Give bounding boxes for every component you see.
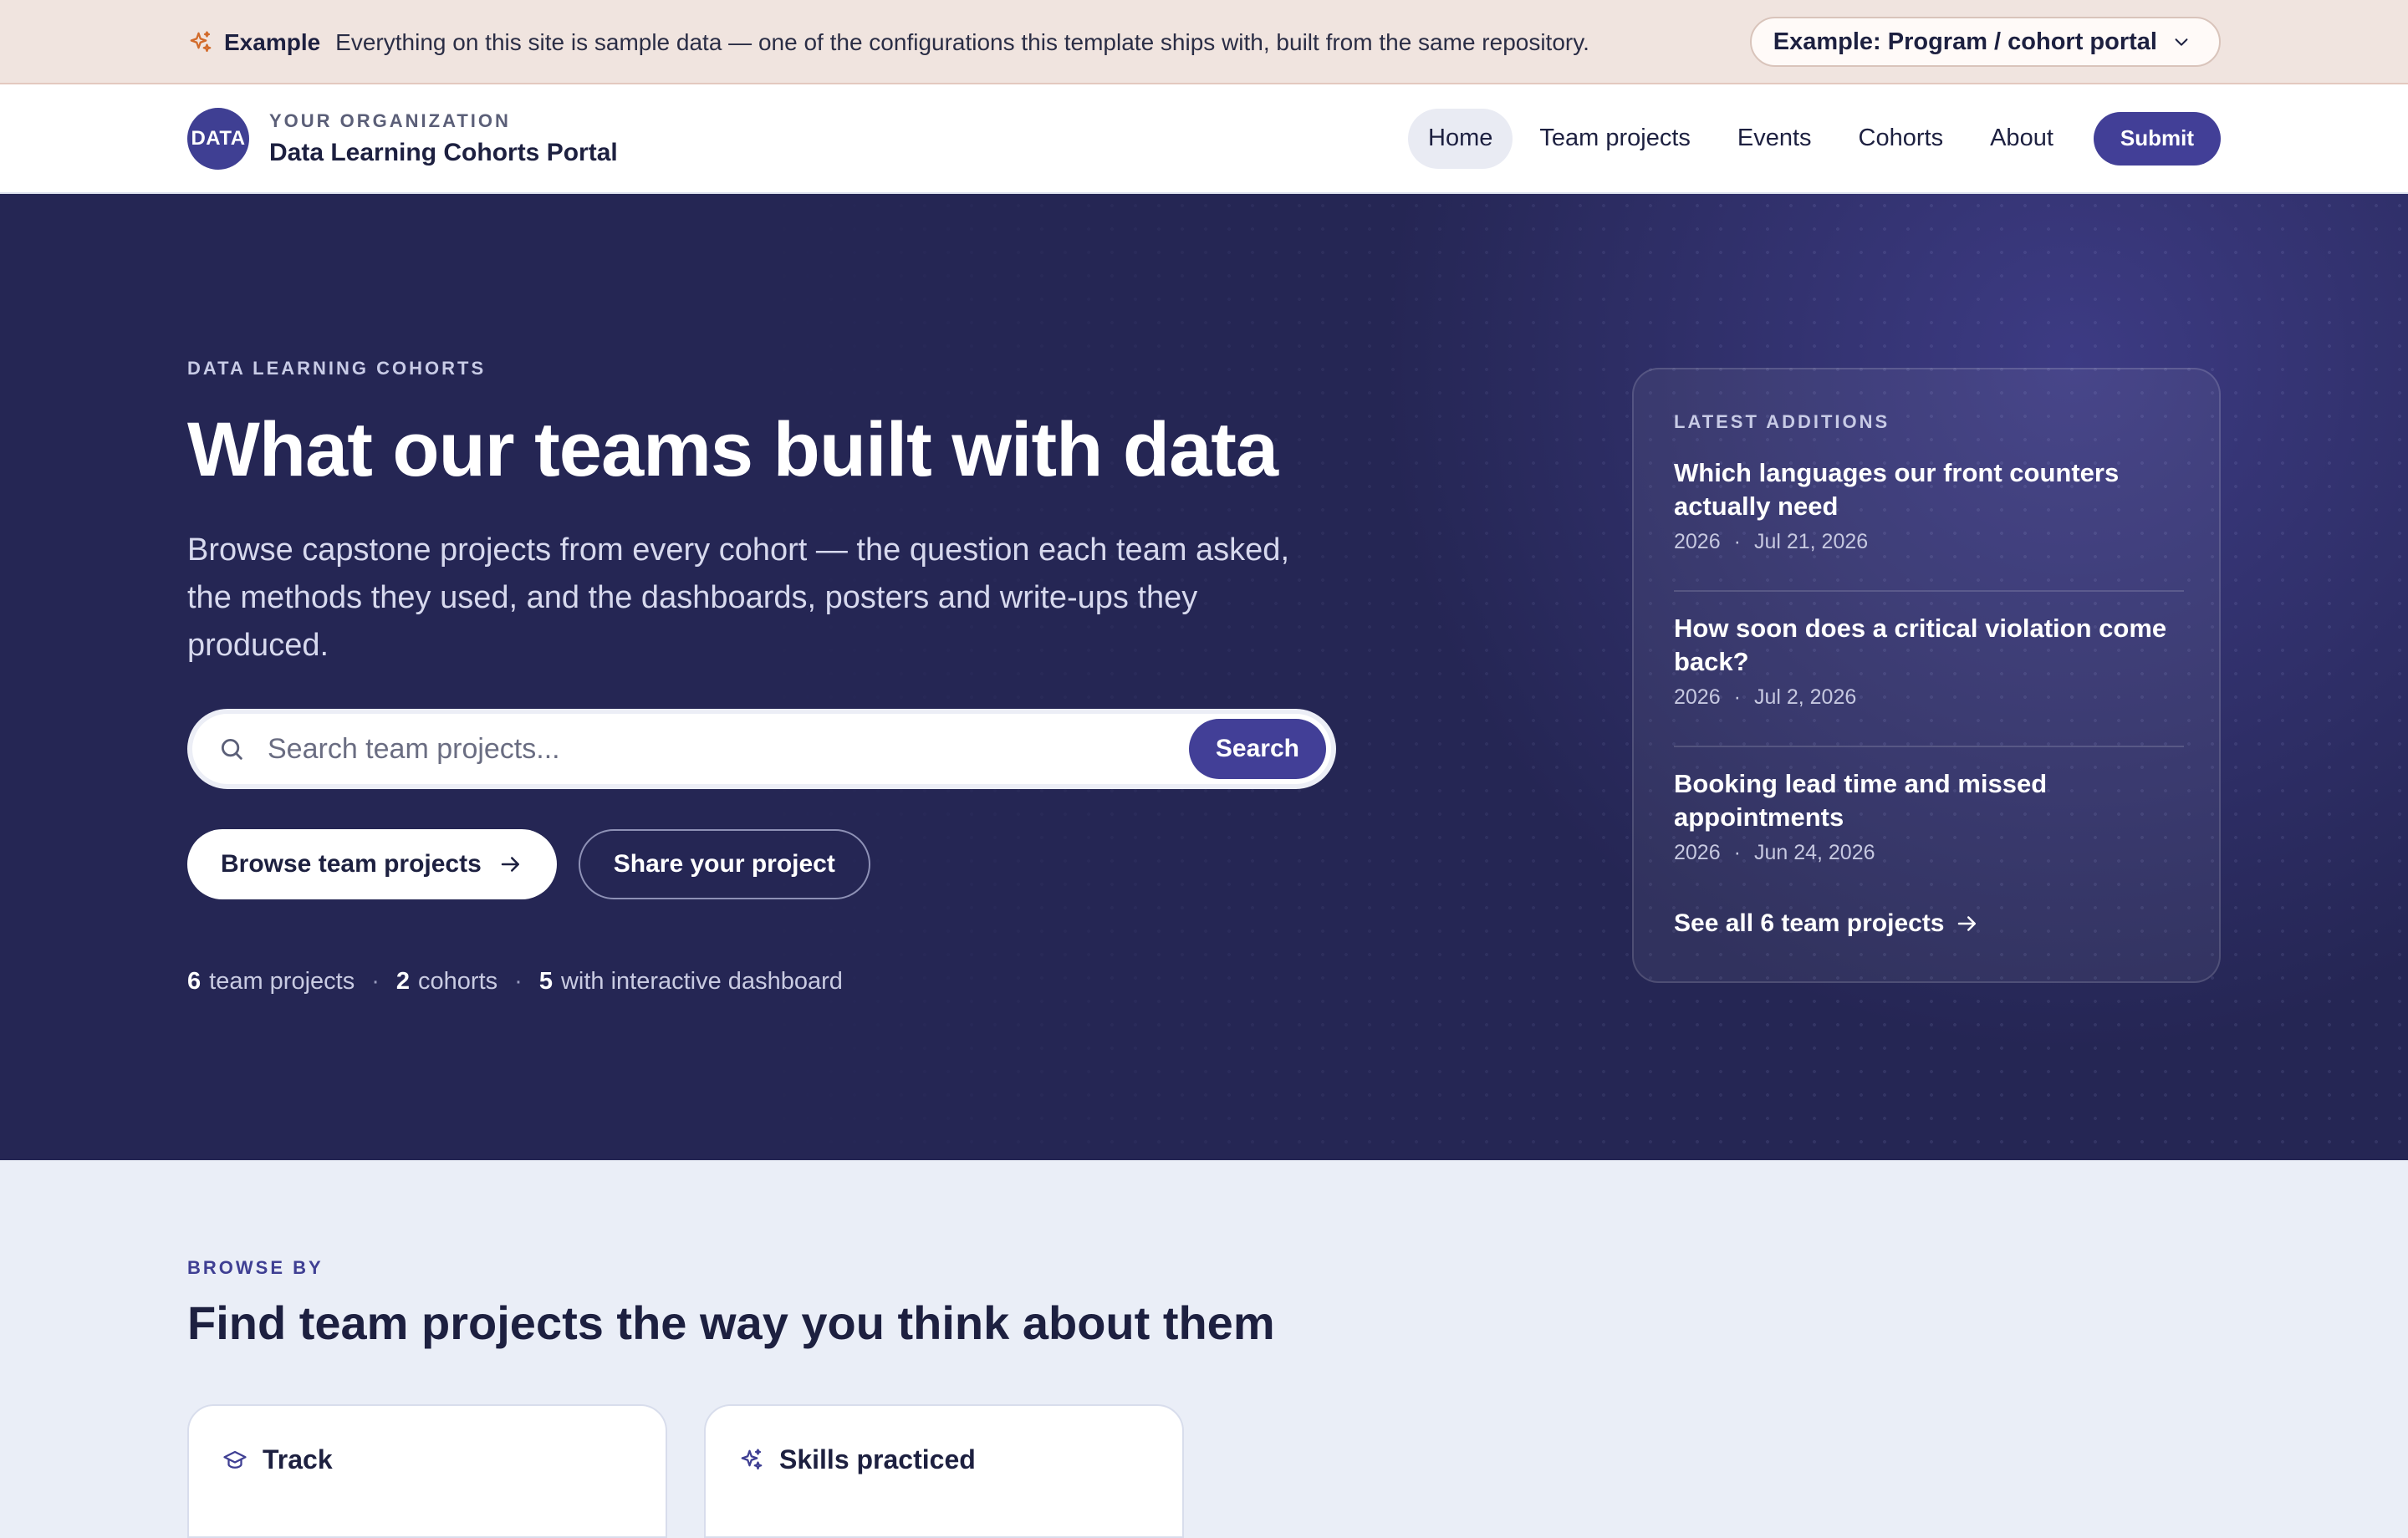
browse-card-track[interactable]: Track <box>187 1404 667 1538</box>
config-select-value: Example: Program / cohort portal <box>1773 28 2157 55</box>
latest-item[interactable]: Booking lead time and missed appointment… <box>1674 767 2184 865</box>
share-project-button[interactable]: Share your project <box>578 829 870 899</box>
brand-org: YOUR ORGANIZATION <box>269 109 511 131</box>
submit-button[interactable]: Submit <box>2093 111 2221 166</box>
stat-label: team projects <box>209 968 355 995</box>
browse-team-projects-label: Browse team projects <box>221 850 482 878</box>
search-button[interactable]: Search <box>1188 719 1326 779</box>
hero-stats: 6 team projects · 2 cohorts · 5 with intera… <box>187 968 843 996</box>
sparkles-icon <box>187 29 214 56</box>
hero-subtitle: Browse capstone projects from every coho… <box>187 532 1289 663</box>
stat-separator: · <box>371 968 380 995</box>
stat-count: 5 <box>538 968 553 995</box>
hero-title: What our teams built with data <box>187 407 1278 492</box>
latest-item-year: 2026 <box>1674 685 1721 709</box>
latest-item-title[interactable]: Booking lead time and missed appointment… <box>1674 767 2184 834</box>
latest-item-title[interactable]: Which languages our front counters actua… <box>1674 456 2184 523</box>
latest-additions-card: LATEST ADDITIONS Which languages our fro… <box>1632 368 2221 983</box>
graduation-cap-icon <box>223 1450 247 1469</box>
search-icon <box>221 738 242 760</box>
meta-separator: · <box>1733 530 1741 553</box>
arrow-right-icon <box>501 857 519 872</box>
latest-item-meta: 2026 · Jul 21, 2026 <box>1674 530 2184 554</box>
sparkles-icon <box>741 1448 763 1469</box>
arrow-right-icon <box>1957 916 1976 931</box>
nav-team-projects[interactable]: Team projects <box>1519 109 1711 169</box>
latest-item-date: Jul 21, 2026 <box>1753 530 1869 553</box>
browse-title: Find team projects the way you think abo… <box>187 1296 1275 1349</box>
latest-item-meta: 2026 · Jul 2, 2026 <box>1674 685 2184 710</box>
latest-item-date: Jun 24, 2026 <box>1753 841 1875 864</box>
see-all-label: See all 6 team projects <box>1674 909 1945 937</box>
stat-separator: · <box>514 968 523 995</box>
latest-item[interactable]: How soon does a critical violation come … <box>1674 612 2184 710</box>
meta-separator: · <box>1733 841 1741 864</box>
nav-cohorts[interactable]: Cohorts <box>1839 109 1964 169</box>
browse-card-skills[interactable]: Skills practiced <box>704 1404 1184 1538</box>
stat-label: cohorts <box>418 968 498 995</box>
latest-item-meta: 2026 · Jun 24, 2026 <box>1674 841 2184 865</box>
site-header: DATA YOUR ORGANIZATION Data Learning Coh… <box>0 84 2408 194</box>
latest-item-year: 2026 <box>1674 530 1721 553</box>
latest-item-title[interactable]: How soon does a critical violation come … <box>1674 612 2184 679</box>
hero-eyebrow: DATA LEARNING COHORTS <box>187 358 487 379</box>
brand[interactable]: YOUR ORGANIZATION Data Learning Cohorts … <box>269 110 618 167</box>
nav-events[interactable]: Events <box>1717 109 1832 169</box>
browse-card-head: Skills practiced <box>739 1444 976 1475</box>
logo[interactable]: DATA <box>187 107 249 170</box>
banner-label: Example <box>224 28 321 55</box>
stat-count: 2 <box>395 968 411 995</box>
browse-eyebrow: BROWSE BY <box>187 1257 324 1278</box>
browse-team-projects-button[interactable]: Browse team projects <box>187 829 557 899</box>
search-input[interactable] <box>268 732 1189 766</box>
stat-label: with interactive dashboard <box>560 968 843 995</box>
divider <box>1674 590 2184 592</box>
meta-separator: · <box>1733 685 1741 709</box>
stat-dashboards: 5 with interactive dashboard <box>539 968 843 996</box>
latest-item[interactable]: Which languages our front counters actua… <box>1674 456 2184 554</box>
hero: DATA LEARNING COHORTS What our teams bui… <box>0 194 2408 1160</box>
example-banner: Example Everything on this site is sampl… <box>0 0 2408 84</box>
main-nav: Home Team projects Events Cohorts About … <box>1401 108 2221 169</box>
hero-actions: Browse team projects Share your project <box>187 829 870 899</box>
chevron-down-icon <box>2175 38 2188 46</box>
latest-eyebrow: LATEST ADDITIONS <box>1674 411 1890 432</box>
stat-count: 6 <box>187 968 202 995</box>
see-all-link[interactable]: See all 6 team projects <box>1674 909 1980 938</box>
latest-item-year: 2026 <box>1674 841 1721 864</box>
nav-home[interactable]: Home <box>1408 108 1513 169</box>
stat-cohorts: 2 cohorts <box>396 968 497 996</box>
search-bar: Search <box>187 709 1336 789</box>
browse-card-label: Track <box>263 1444 333 1474</box>
browse-card-head: Track <box>222 1444 333 1475</box>
site-name: Data Learning Cohorts Portal <box>269 138 618 166</box>
banner-text: Everything on this site is sample data —… <box>335 28 1589 55</box>
config-select[interactable]: Example: Program / cohort portal <box>1749 17 2221 67</box>
divider <box>1674 746 2184 747</box>
latest-item-date: Jul 2, 2026 <box>1753 685 1857 709</box>
stat-team-projects: 6 team projects <box>187 968 355 996</box>
nav-about[interactable]: About <box>1970 109 2074 169</box>
browse-card-label: Skills practiced <box>779 1444 976 1474</box>
